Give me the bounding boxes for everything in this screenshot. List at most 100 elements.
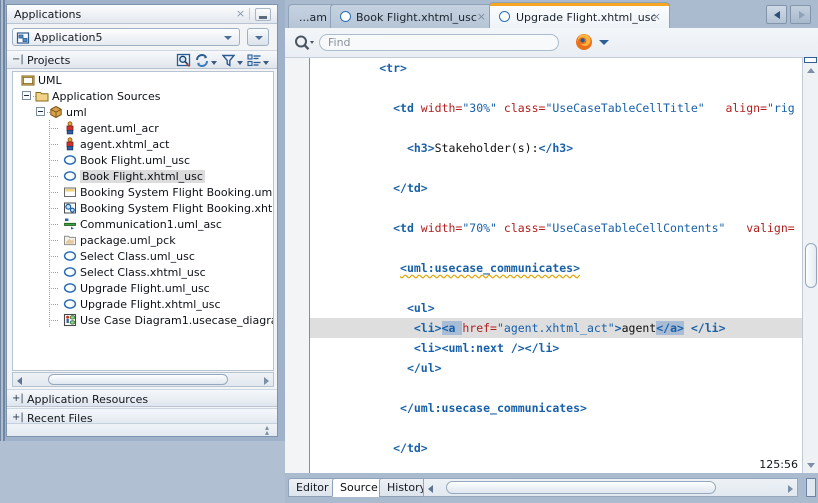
scroll-left-icon[interactable] [17,377,22,385]
search-projects-icon[interactable] [176,53,192,68]
chevron-down-icon[interactable] [599,40,609,45]
usecase-icon [63,249,77,263]
expander-icon[interactable]: +| [12,412,24,423]
usecase-diagram-icon [63,313,77,327]
close-icon[interactable]: × [477,10,486,23]
firefox-icon[interactable] [575,33,593,51]
tree-item[interactable]: Use Case Diagram1.usecase_diagram [13,312,274,328]
code-line: <td width="30%" class="UseCaseTableCellT… [310,98,818,118]
scroll-up-icon[interactable] [807,68,815,73]
tree-item[interactable]: agent.uml_acr [13,120,274,136]
tree-elbow [49,256,58,257]
tree-item[interactable]: Select Class.xhtml_usc [13,264,274,280]
chevron-down-icon [224,36,232,40]
projects-expander[interactable]: −| [12,55,23,66]
tab-source[interactable]: Source [332,478,386,497]
chevron-down-icon[interactable] [237,61,243,65]
scrollbar-thumb[interactable] [48,374,228,385]
chevron-down-icon[interactable] [263,61,269,65]
tree-expander-collapse-icon[interactable] [22,91,31,100]
code-token: class= [504,101,546,115]
tree-item[interactable]: Booking System Flight Booking.xhtm [13,200,274,216]
editor-tab-truncated[interactable]: ...am [288,4,336,28]
scroll-down-icon[interactable] [807,463,815,468]
tab-navigation [766,5,814,25]
code-token: <a [442,321,463,335]
scrollbar-thumb[interactable] [805,243,817,288]
editor-gutter[interactable] [285,58,309,473]
editor-tab-upgrade-flight[interactable]: Upgrade Flight.xhtml_usc × [489,2,670,28]
close-icon[interactable]: × [652,10,661,23]
tree-elbow [49,240,58,241]
tree-expander-collapse-icon[interactable] [36,107,45,116]
code-token: </h3> [539,141,574,155]
folder-icon [35,89,49,103]
tree-item[interactable]: UML [13,72,274,88]
minimize-icon[interactable] [255,8,271,21]
code-indent [310,441,393,455]
view-options-icon[interactable] [247,53,262,68]
tree-item-label: package.uml_pck [80,234,176,247]
tree-item[interactable]: Application Sources [13,88,274,104]
code-line: <h3>Stakeholder(s):</h3> [310,138,818,158]
tree-item[interactable]: Upgrade Flight.xhtml_usc [13,296,274,312]
close-icon[interactable]: × [235,8,246,19]
tab-scroll-left-button[interactable] [766,5,787,24]
tree-item[interactable]: Select Class.uml_usc [13,248,274,264]
diagram-icon [63,185,77,199]
titlebar-divider [249,8,250,20]
tree-item[interactable]: Book Flight.xhtml_usc [13,168,274,184]
find-input[interactable]: Find [319,34,559,51]
application-overflow-button[interactable] [247,28,269,46]
code-token: /> [511,341,525,355]
application-combo[interactable]: Application5 [12,28,240,46]
application-selector-row: Application5 [7,25,277,49]
scroll-right-icon[interactable] [264,377,269,385]
tree-item[interactable]: Book Flight.uml_usc [13,152,274,168]
refresh-icon[interactable] [194,53,210,68]
tree-elbow [49,160,58,161]
code-token: <uml:usecase_communicates> [400,261,580,275]
triangle-left-icon [774,11,780,19]
scrollbar-thumb[interactable] [446,481,716,494]
tree-item-label: Select Class.xhtml_usc [80,266,206,279]
source-code-pane[interactable]: <tr> <td width="30%" class="UseCaseTable… [285,58,818,473]
collaboration-icon [63,201,77,215]
filter-icon[interactable] [221,53,236,68]
tab-scroll-right-button[interactable] [790,5,811,24]
code-indent [310,61,379,75]
tree-item[interactable]: agent.xhtml_act [13,136,274,152]
tree-item[interactable]: Communication1.uml_asc [13,216,274,232]
tree-item[interactable]: Booking System Flight Booking.uml_c [13,184,274,200]
scroll-right-icon[interactable] [788,485,793,493]
usecase-icon [63,297,77,311]
applications-dock: Applications × Application5 [0,0,285,441]
scroll-left-icon[interactable] [428,485,433,493]
project-tree[interactable]: UMLApplication Sourcesumlagent.uml_acrag… [12,71,274,371]
editor-vertical-scrollbar[interactable] [802,58,818,473]
editor-tabstrip: ...am Book Flight.xhtml_usc × Upgrade Fl… [285,0,818,28]
code-token: "UseCaseTableCellTitle" [545,101,718,115]
code-token [684,321,691,335]
chevron-down-icon[interactable] [211,61,217,65]
tree-item-label: Use Case Diagram1.usecase_diagram [80,314,274,327]
code-token: "30%" [462,101,504,115]
tree-elbow [49,272,58,273]
expander-icon[interactable]: +| [12,393,24,404]
search-icon[interactable] [293,34,319,52]
tree-item[interactable]: Upgrade Flight.uml_usc [13,280,274,296]
code-token: href= [462,321,497,335]
tree-item[interactable]: package.uml_pck [13,232,274,248]
tree-item[interactable]: uml [13,104,274,120]
actor-icon [63,137,77,151]
dock-resize-strip[interactable]: ▴▴ [7,423,277,436]
tree-elbow [49,304,58,305]
tab-editor[interactable]: Editor [288,478,337,497]
source-code-text[interactable]: <tr> <td width="30%" class="UseCaseTable… [310,58,818,473]
accordion-application-resources[interactable]: +| Application Resources [7,389,277,407]
tree-horizontal-scrollbar[interactable] [12,372,274,387]
editor-tab-book-flight[interactable]: Book Flight.xhtml_usc × [330,4,495,28]
tree-elbow [49,128,58,129]
caret-position-indicator: 125:56 [759,458,798,471]
editor-horizontal-scrollbar[interactable] [423,478,798,497]
